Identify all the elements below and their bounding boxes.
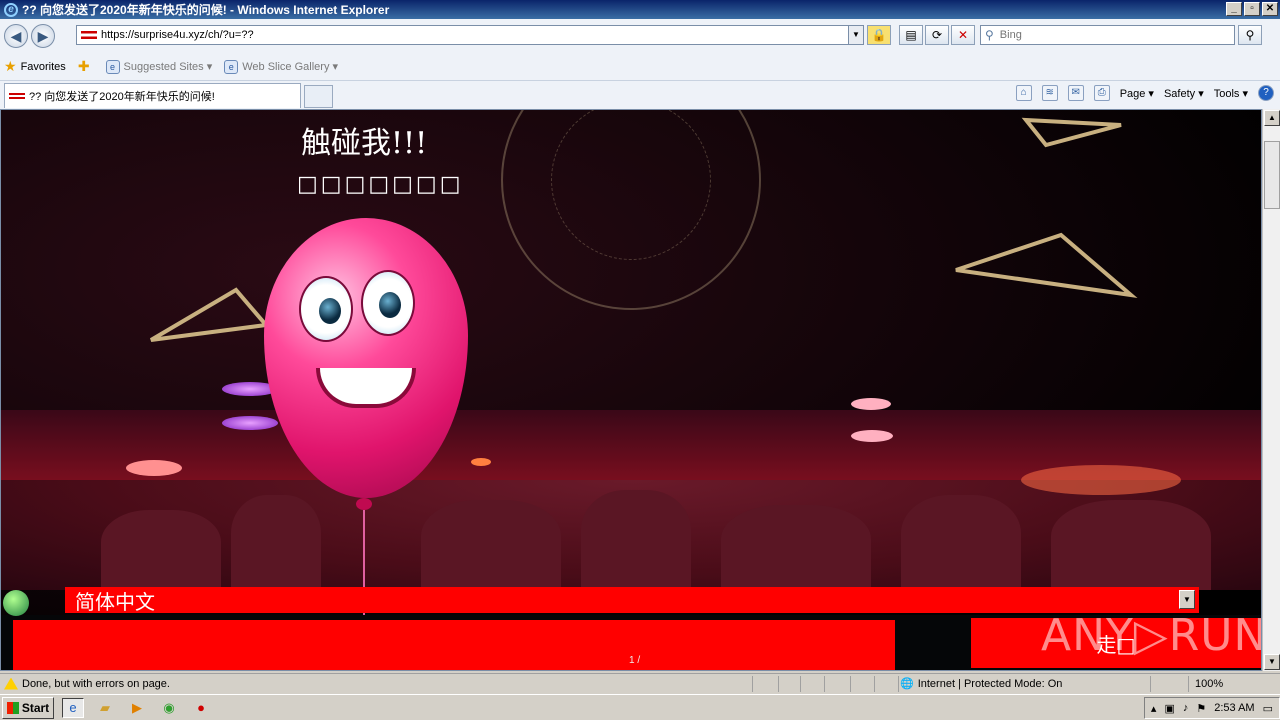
- status-message: Done, but with errors on page.: [22, 677, 170, 690]
- print-icon[interactable]: ⎙: [1093, 85, 1110, 101]
- add-favorites-icon: ✚: [77, 58, 90, 74]
- help-icon[interactable]: ?: [1258, 85, 1274, 101]
- new-tab-button[interactable]: [304, 85, 333, 108]
- suggested-sites-label: Suggested Sites ▾: [123, 61, 213, 73]
- start-label: Start: [21, 700, 50, 715]
- window-controls: _ ▫ ✕: [1226, 2, 1278, 16]
- stage-light-decoration: [126, 460, 182, 476]
- close-button[interactable]: ✕: [1262, 2, 1278, 16]
- language-select[interactable]: 简体中文 ▼: [65, 587, 1199, 614]
- ie-page-icon: e: [105, 59, 120, 74]
- stage-light-decoration: [471, 458, 491, 466]
- favorites-bar: ★ Favorites ✚ e Suggested Sites ▾ e Web …: [0, 53, 1280, 81]
- anyrun-watermark: ANY▷RUN: [1041, 610, 1262, 661]
- input-area[interactable]: [13, 620, 895, 670]
- taskbar: Start e ▰ ▶ ◉ ● ▴ ▣ ♪ ⚑ 2:53 AM ▭: [0, 694, 1280, 720]
- safety-menu[interactable]: Safety ▾: [1164, 87, 1204, 100]
- security-zone[interactable]: 🌐 Internet | Protected Mode: On: [900, 677, 1063, 691]
- restore-button[interactable]: ▫: [1244, 2, 1260, 16]
- windows-logo-icon: [6, 701, 19, 714]
- chevron-down-icon[interactable]: ▼: [1179, 590, 1195, 609]
- tab-title: ?? 向您发送了2020年新年快乐的问候!: [29, 91, 215, 103]
- status-bar: Done, but with errors on page. 🌐 Interne…: [0, 673, 1280, 693]
- favorites-button[interactable]: ★ Favorites: [4, 58, 66, 75]
- globe-icon: [3, 590, 29, 616]
- media-player-icon[interactable]: ▶: [126, 698, 148, 718]
- show-desktop-icon[interactable]: ▭: [1263, 702, 1273, 715]
- tab-strip: ?? 向您发送了2020年新年快乐的问候! ⌂ ≋ ✉ ⎙ Page ▾ Saf…: [0, 81, 1280, 109]
- search-button[interactable]: ⚲: [1238, 25, 1262, 45]
- ie-taskbar-icon[interactable]: e: [62, 697, 84, 718]
- address-bar[interactable]: ▼: [76, 25, 864, 45]
- command-bar: ⌂ ≋ ✉ ⎙ Page ▾ Safety ▾ Tools ▾ ?: [1015, 85, 1274, 101]
- network-icon[interactable]: ▣: [1164, 702, 1174, 715]
- minimize-button[interactable]: _: [1226, 2, 1242, 16]
- ie-page-icon: e: [224, 59, 239, 74]
- home-icon[interactable]: ⌂: [1015, 85, 1032, 101]
- stop-icon[interactable]: ✕: [951, 25, 975, 45]
- quick-launch: e ▰ ▶ ◉ ●: [62, 697, 212, 718]
- web-slice-gallery-label: Web Slice Gallery ▾: [242, 61, 339, 73]
- scroll-up-icon[interactable]: ▲: [1264, 110, 1280, 126]
- web-slice-gallery-link[interactable]: e Web Slice Gallery ▾: [224, 59, 339, 74]
- clock[interactable]: 2:53 AM: [1214, 702, 1254, 714]
- security-zone-label: Internet | Protected Mode: On: [917, 677, 1063, 690]
- search-box[interactable]: ⚲: [980, 25, 1235, 45]
- site-favicon-icon: [81, 31, 97, 39]
- star-icon: ★: [4, 58, 17, 74]
- feeds-icon[interactable]: ≋: [1041, 85, 1058, 101]
- search-input[interactable]: [997, 28, 1218, 42]
- scroll-down-icon[interactable]: ▼: [1264, 654, 1280, 670]
- scroll-thumb[interactable]: [1264, 141, 1280, 209]
- compatibility-view-icon[interactable]: ▤: [899, 25, 923, 45]
- language-select-value: 简体中文: [75, 589, 155, 614]
- volume-icon[interactable]: ♪: [1183, 702, 1189, 714]
- address-dropdown-icon[interactable]: ▼: [848, 26, 863, 44]
- crowd-silhouette: [1, 480, 1261, 590]
- vertical-scrollbar[interactable]: ▲ ▼: [1262, 109, 1280, 671]
- flag-icon[interactable]: ⚑: [1196, 702, 1206, 715]
- favorites-label: Favorites: [20, 60, 66, 73]
- forward-button[interactable]: ▶: [31, 24, 55, 48]
- lock-icon[interactable]: 🔒: [867, 25, 891, 45]
- chrome-icon[interactable]: ◉: [158, 698, 180, 718]
- system-tray: ▴ ▣ ♪ ⚑ 2:53 AM ▭: [1143, 697, 1280, 719]
- stage-light-decoration: [1021, 465, 1181, 495]
- page-subline: □□□□□□□: [297, 172, 464, 197]
- opera-icon[interactable]: ●: [190, 698, 212, 718]
- ie-logo-icon: e: [4, 2, 18, 17]
- ufo-decoration: [222, 416, 278, 430]
- page-indicator: 1 /: [629, 655, 641, 666]
- back-button[interactable]: ◀: [4, 24, 28, 48]
- window-title: ?? 向您发送了2020年新年快乐的问候! - Windows Internet…: [22, 3, 390, 17]
- warning-icon[interactable]: [4, 677, 18, 690]
- mail-icon[interactable]: ✉: [1067, 85, 1084, 101]
- address-toolbar: ◀ ▶ ▼ 🔒 ▤ ⟳ ✕ ⚲ ⚲: [0, 19, 1280, 53]
- explorer-folder-icon[interactable]: ▰: [94, 698, 116, 718]
- refresh-icon[interactable]: ⟳: [925, 25, 949, 45]
- add-to-favorites-button[interactable]: ✚: [78, 58, 94, 75]
- stage-light-decoration: [851, 430, 893, 442]
- internet-globe-icon: 🌐: [900, 678, 914, 690]
- window-titlebar: e ?? 向您发送了2020年新年快乐的问候! - Windows Intern…: [0, 0, 1280, 19]
- balloon-knot: [356, 498, 372, 510]
- tools-menu[interactable]: Tools ▾: [1214, 87, 1248, 100]
- balloon-left-eye: [299, 276, 353, 342]
- page-headline: 触碰我!!!: [301, 126, 428, 161]
- tab-favicon-icon: [9, 93, 25, 99]
- suggested-sites-link[interactable]: e Suggested Sites ▾: [105, 59, 213, 74]
- url-input[interactable]: [101, 29, 841, 41]
- tray-expand-icon[interactable]: ▴: [1151, 702, 1157, 715]
- start-button[interactable]: Start: [2, 696, 54, 719]
- search-provider-icon: ⚲: [985, 28, 994, 42]
- balloon-right-eye: [361, 270, 415, 336]
- page-menu[interactable]: Page ▾: [1120, 87, 1154, 100]
- page-content: 触碰我!!! □□□□□□□ 简体中文 ▼ 1 / 走□ ANY▷RUN: [0, 109, 1262, 671]
- tab-active[interactable]: ?? 向您发送了2020年新年快乐的问候!: [4, 83, 301, 108]
- balloon-mouth: [316, 368, 416, 408]
- stage-light-decoration: [851, 398, 891, 410]
- zoom-level[interactable]: 100%: [1195, 678, 1223, 690]
